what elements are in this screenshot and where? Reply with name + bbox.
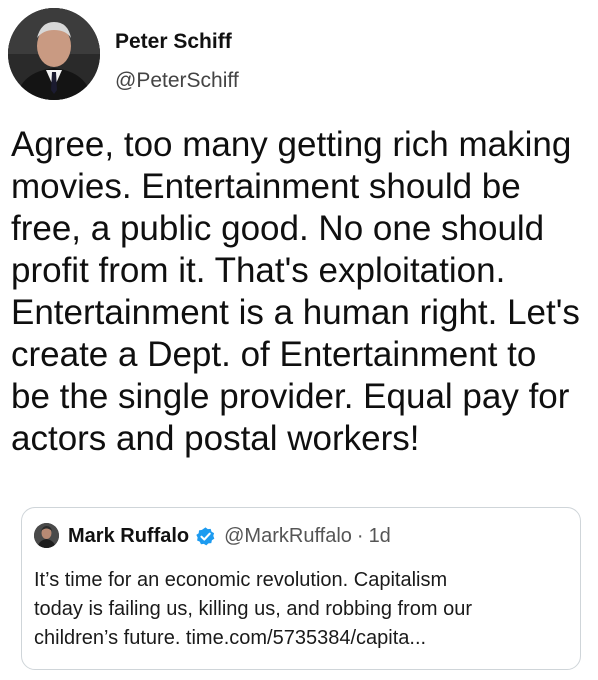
tweet-text-line: be the single provider. Equal pay for — [11, 377, 570, 416]
author-avatar[interactable] — [8, 8, 100, 100]
tweet-card[interactable]: Peter Schiff @PeterSchiff Agree, too man… — [0, 0, 598, 680]
tweet-text-line: Agree, too many getting rich making — [11, 125, 572, 164]
author-handle[interactable]: @PeterSchiff — [115, 69, 239, 93]
header-separator: · — [356, 524, 364, 547]
tweet-text-line: create a Dept. of Entertainment to — [11, 335, 537, 374]
tweet-text-line: free, a public good. No one should — [11, 209, 545, 248]
quoted-text-line: children’s future. time.com/5735384/capi… — [34, 627, 427, 649]
quoted-tweet-text: It’s time for an economic revolution. Ca… — [34, 566, 574, 653]
author-name[interactable]: Peter Schiff — [115, 30, 232, 54]
quoted-text-line: today is failing us, killing us, and rob… — [34, 598, 473, 620]
quoted-text-line: It’s time for an economic revolution. Ca… — [34, 569, 448, 591]
quoted-tweet-header: Mark Ruffalo @MarkRuffalo · 1d — [68, 522, 391, 550]
tweet-text-line: movies. Entertainment should be — [11, 167, 521, 206]
portrait-icon — [34, 523, 59, 548]
tweet-text: Agree, too many getting rich making movi… — [11, 124, 591, 460]
quoted-tweet-timestamp[interactable]: 1d — [369, 525, 391, 548]
tweet-text-line: Entertainment is a human right. Let's — [11, 293, 580, 332]
verified-badge-icon — [195, 526, 216, 547]
quoted-tweet[interactable]: Mark Ruffalo @MarkRuffalo · 1d It’s time… — [21, 507, 581, 670]
quoted-author-name[interactable]: Mark Ruffalo — [68, 525, 189, 548]
tweet-text-line: actors and postal workers! — [11, 419, 420, 458]
portrait-icon — [8, 8, 100, 100]
quoted-author-handle[interactable]: @MarkRuffalo — [224, 525, 352, 548]
quoted-author-avatar[interactable] — [34, 523, 59, 548]
tweet-text-line: profit from it. That's exploitation. — [11, 251, 506, 290]
